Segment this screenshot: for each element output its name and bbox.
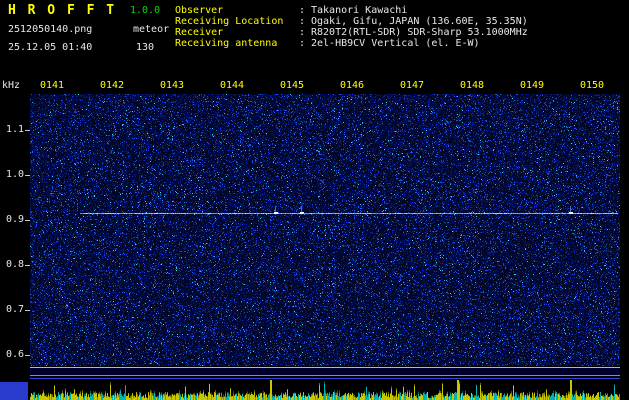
info-label: Observer [175,5,224,16]
time-label: 0143 [159,80,185,91]
app-version: 1.0.0 [130,5,161,16]
noise-band [30,368,620,375]
time-label: 0142 [99,80,125,91]
info-value: Ogaki, Gifu, JAPAN (136.60E, 35.35N) [311,16,528,27]
info-row-observer: Observer : Takanori Kawachi [175,5,528,16]
info-separator: : [299,16,306,27]
freq-axis-unit: kHz [2,80,21,91]
output-filename: 2512050140.png [8,24,93,35]
app-title: H R O F F T [8,3,117,18]
time-label: 0148 [459,80,485,91]
time-label: 0146 [339,80,365,91]
time-label: 0141 [39,80,65,91]
datetime-label: 25.12.05 01:40 [8,42,93,53]
info-value: Takanori Kawachi [311,5,408,16]
time-label: 0150 [579,80,605,91]
freq-label: 1.1 [5,124,24,135]
freq-label: 0.6 [5,349,24,360]
separator-line-blue [30,378,620,379]
info-separator: : [299,38,306,49]
freq-label: 0.9 [5,214,24,225]
info-value: R820T2(RTL-SDR) SDR-Sharp 53.1000MHz [311,27,528,38]
info-label: Receiving Location [175,16,284,27]
info-label: Receiver [175,27,224,38]
freq-label: 0.8 [5,259,24,270]
info-row-location: Receiving Location : Ogaki, Gifu, JAPAN … [175,16,528,27]
info-separator: : [299,5,306,16]
time-label: 0149 [519,80,545,91]
info-separator: : [299,27,306,38]
hrofft-window: H R O F F T 1.0.0 2512050140.png meteor … [0,0,629,400]
time-label: 0147 [399,80,425,91]
station-info: Observer : Takanori Kawachi Receiving Lo… [175,5,528,49]
spectrogram-canvas [30,94,620,366]
info-value: 2el-HB9CV Vertical (el. E-W) [311,38,480,49]
level-strip-corner [0,382,28,400]
count-value: 130 [136,42,155,53]
level-strip-canvas [30,380,620,400]
separator-line-top [30,367,620,368]
separator-line-middle [30,375,620,376]
freq-label: 0.7 [5,304,24,315]
info-label: Receiving antenna [175,38,278,49]
time-label: 0145 [279,80,305,91]
time-label: 0144 [219,80,245,91]
info-row-antenna: Receiving antenna : 2el-HB9CV Vertical (… [175,38,528,49]
freq-label: 1.0 [5,169,24,180]
mode-label: meteor [133,24,170,35]
info-row-receiver: Receiver : R820T2(RTL-SDR) SDR-Sharp 53.… [175,27,528,38]
